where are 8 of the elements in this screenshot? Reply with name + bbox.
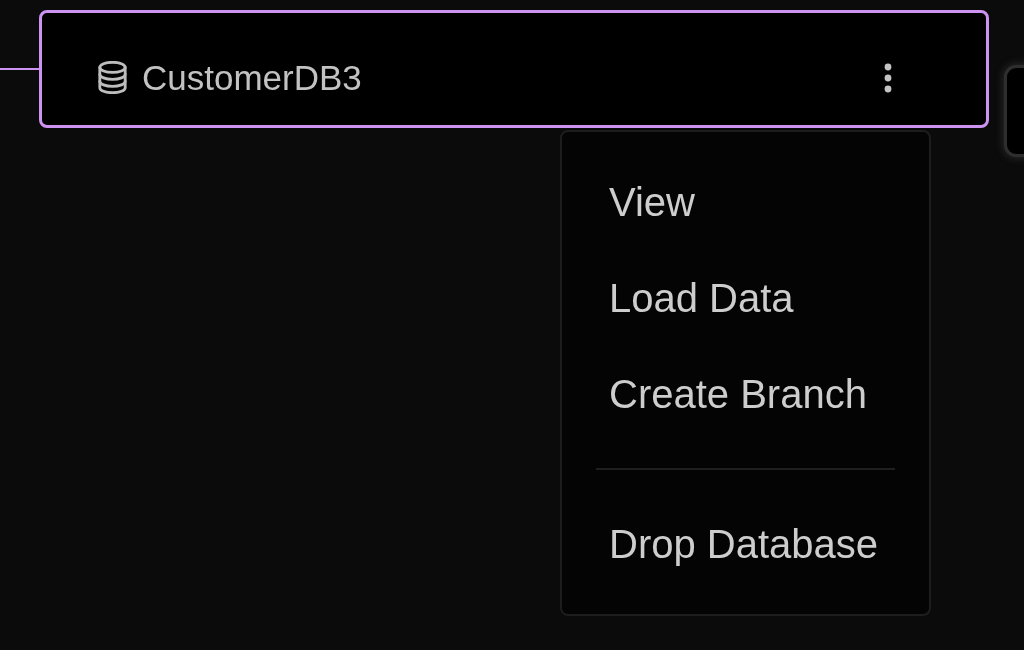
database-icon	[97, 61, 128, 94]
menu-item[interactable]: Load Data	[562, 250, 929, 346]
menu-item[interactable]: View	[562, 154, 929, 250]
menu-item[interactable]: Create Branch	[562, 346, 929, 442]
node-card[interactable]: CustomerDB3	[39, 10, 989, 128]
kebab-icon	[884, 62, 892, 93]
menu-item[interactable]: Drop Database	[562, 496, 929, 592]
node-title: CustomerDB3	[142, 57, 362, 98]
